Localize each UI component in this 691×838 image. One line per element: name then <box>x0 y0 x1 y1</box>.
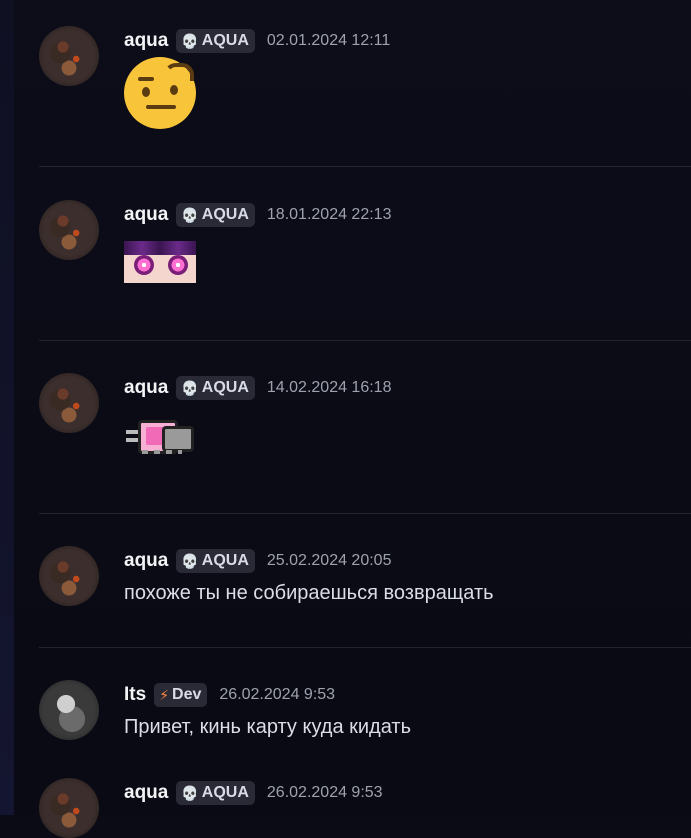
message-divider <box>39 340 691 341</box>
message-text[interactable]: Привет, кинь карту куда кидать <box>124 714 411 740</box>
skull-icon: 💀 <box>181 785 199 801</box>
timestamp[interactable]: 14.02.2024 16:18 <box>267 379 392 397</box>
server-rail-edge <box>0 0 14 815</box>
thinking-face-emoji[interactable] <box>124 57 196 129</box>
skull-icon: 💀 <box>181 33 199 49</box>
guild-tag-label: AQUA <box>201 552 249 569</box>
skull-icon: 💀 <box>181 380 199 396</box>
timestamp[interactable]: 26.02.2024 9:53 <box>219 686 335 704</box>
username[interactable]: aqua <box>124 30 168 52</box>
timestamp[interactable]: 25.02.2024 20:05 <box>267 552 392 570</box>
username[interactable]: Its <box>124 684 146 706</box>
message-divider <box>39 166 691 167</box>
avatar[interactable] <box>39 546 99 606</box>
chat-message-list[interactable]: aqua 💀 AQUA 02.01.2024 12:11 aqua 💀 AQUA… <box>14 0 691 838</box>
guild-tag[interactable]: 💀 AQUA <box>176 376 255 400</box>
guild-tag-label: AQUA <box>201 206 249 223</box>
avatar[interactable] <box>39 373 99 433</box>
guild-tag-label: AQUA <box>201 32 249 49</box>
nyan-cat-emoji[interactable] <box>124 414 196 458</box>
guild-tag-label: AQUA <box>201 784 249 801</box>
message-divider <box>39 647 691 648</box>
message-text[interactable]: похоже ты не собираешься возвращать <box>124 580 494 606</box>
message-content: Привет, кинь карту куда кидать <box>124 714 411 740</box>
message-header: aqua 💀 AQUA 14.02.2024 16:18 <box>124 373 391 403</box>
username[interactable]: aqua <box>124 550 168 572</box>
skull-icon: 💀 <box>181 553 199 569</box>
message-header: aqua 💀 AQUA 02.01.2024 12:11 <box>124 26 390 56</box>
message-content <box>124 404 196 458</box>
avatar[interactable] <box>39 26 99 86</box>
guild-tag[interactable]: 💀 AQUA <box>176 29 255 53</box>
message-header: Its ⚡ Dev 26.02.2024 9:53 <box>124 680 335 710</box>
guild-tag-label: AQUA <box>201 379 249 396</box>
guild-tag-label: Dev <box>172 686 202 703</box>
avatar[interactable] <box>39 680 99 740</box>
timestamp[interactable]: 26.02.2024 9:53 <box>267 784 383 802</box>
guild-tag[interactable]: ⚡ Dev <box>154 683 208 707</box>
message-divider <box>39 513 691 514</box>
timestamp[interactable]: 18.01.2024 22:13 <box>267 206 392 224</box>
message-header: aqua 💀 AQUA 18.01.2024 22:13 <box>124 200 391 230</box>
skull-icon: 💀 <box>181 207 199 223</box>
message-content <box>124 57 196 129</box>
message-header: aqua 💀 AQUA 25.02.2024 20:05 <box>124 546 391 576</box>
anime-eyes-emoji[interactable] <box>124 241 196 283</box>
message-content: похоже ты не собираешься возвращать <box>124 580 494 606</box>
timestamp[interactable]: 02.01.2024 12:11 <box>267 32 390 50</box>
guild-tag[interactable]: 💀 AQUA <box>176 203 255 227</box>
message-header: aqua 💀 AQUA 26.02.2024 9:53 <box>124 778 383 808</box>
message-content <box>124 231 196 283</box>
lightning-icon: ⚡ <box>159 687 170 703</box>
username[interactable]: aqua <box>124 377 168 399</box>
username[interactable]: aqua <box>124 204 168 226</box>
guild-tag[interactable]: 💀 AQUA <box>176 781 255 805</box>
guild-tag[interactable]: 💀 AQUA <box>176 549 255 573</box>
username[interactable]: aqua <box>124 782 168 804</box>
avatar[interactable] <box>39 200 99 260</box>
avatar[interactable] <box>39 778 99 838</box>
